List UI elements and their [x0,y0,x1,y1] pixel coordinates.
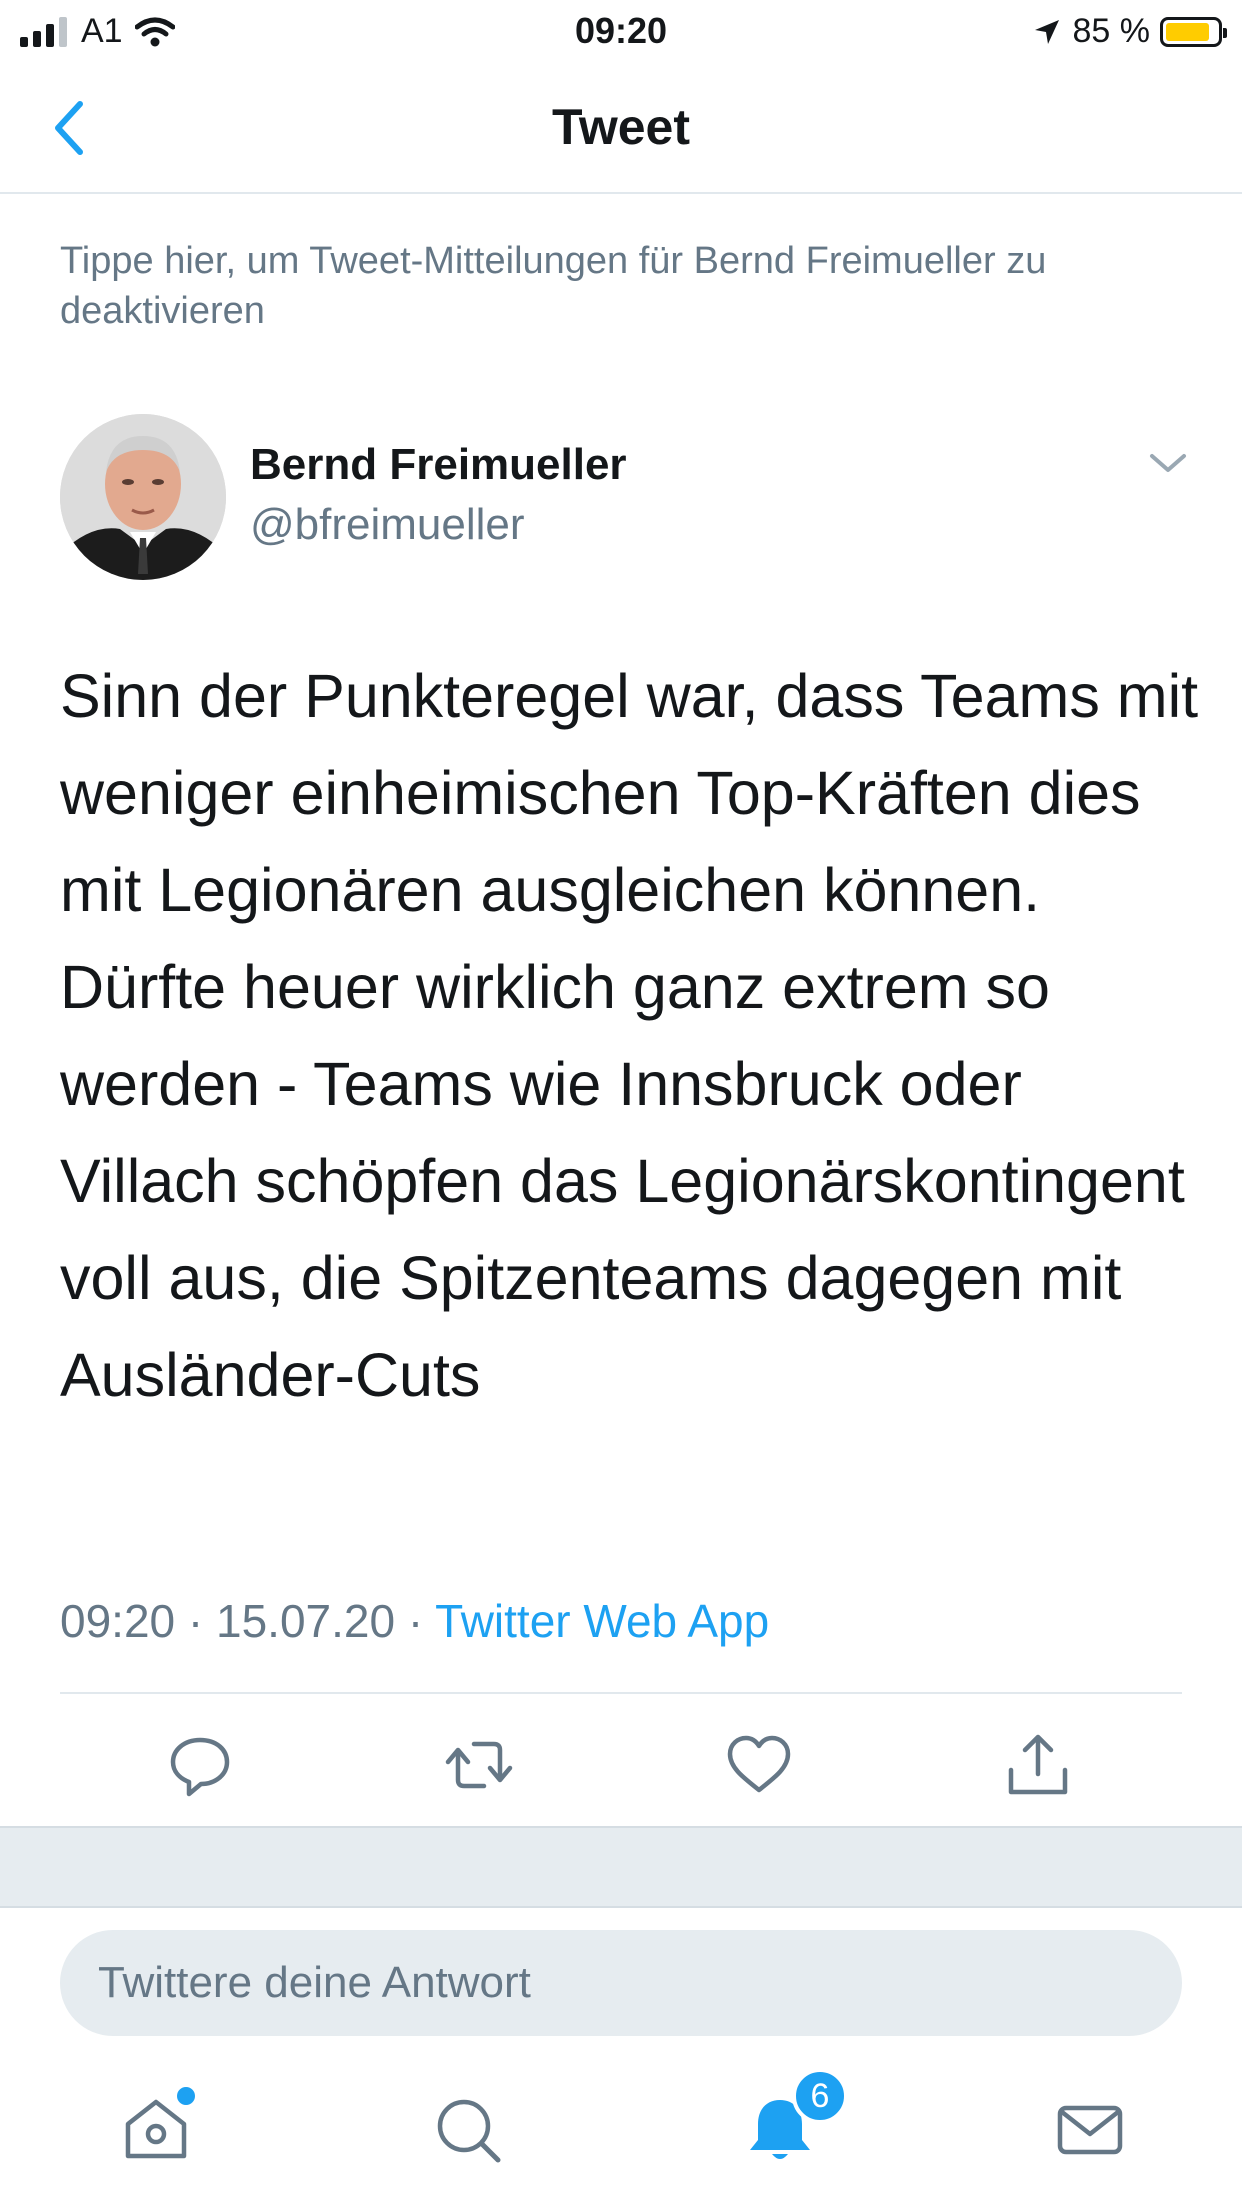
retweet-icon[interactable] [444,1730,514,1800]
status-bar-right: 85 % [1033,12,1227,51]
meta-separator: · [407,1595,424,1647]
tab-bar: 6 [0,2068,1242,2208]
tab-messages[interactable] [1050,2090,1130,2170]
tweet-text: Sinn der Punkteregel war, dass Teams mit… [60,662,1199,1409]
author-name[interactable]: Bernd Freimueller [250,440,627,490]
author-handle[interactable]: @bfreimueller [250,500,525,550]
divider [60,1692,1182,1694]
notifications-count-badge: 6 [792,2068,848,2124]
share-icon[interactable] [1003,1730,1073,1800]
page-title: Tweet [552,99,690,155]
search-icon [437,2099,501,2163]
reply-input[interactable] [60,1930,1182,2036]
meta-separator: · [187,1595,204,1647]
tab-notifications[interactable]: 6 [740,2068,848,2170]
battery-percent: 85 % [1072,12,1151,50]
messages-icon [1057,2105,1123,2155]
battery-icon [1160,16,1227,47]
nav-bar: Tweet [0,62,1242,194]
avatar-image [60,414,226,580]
status-bar: A1 09:20 85 % [0,0,1242,62]
reply-icon[interactable] [165,1730,235,1800]
home-unread-dot [174,2084,198,2108]
tweet-notifications-toggle[interactable]: Tippe hier, um Tweet-Mitteilungen für Be… [60,236,1180,336]
location-arrow-icon [1034,19,1059,44]
tweet-source-link[interactable]: Twitter Web App [435,1595,769,1647]
battery-level [1166,22,1209,41]
tweet-date: 15.07.20 [216,1595,396,1647]
chevron-down-icon[interactable] [1148,448,1188,478]
avatar[interactable] [60,414,226,580]
tweet-meta: 09:20 · 15.07.20 · Twitter Web App [60,1594,769,1648]
like-icon[interactable] [724,1730,794,1800]
tweet-actions [0,1730,1242,1800]
section-separator [0,1826,1242,1908]
tab-home[interactable] [116,2084,198,2170]
tweet-time: 09:20 [60,1595,176,1647]
tab-search[interactable] [428,2090,508,2170]
